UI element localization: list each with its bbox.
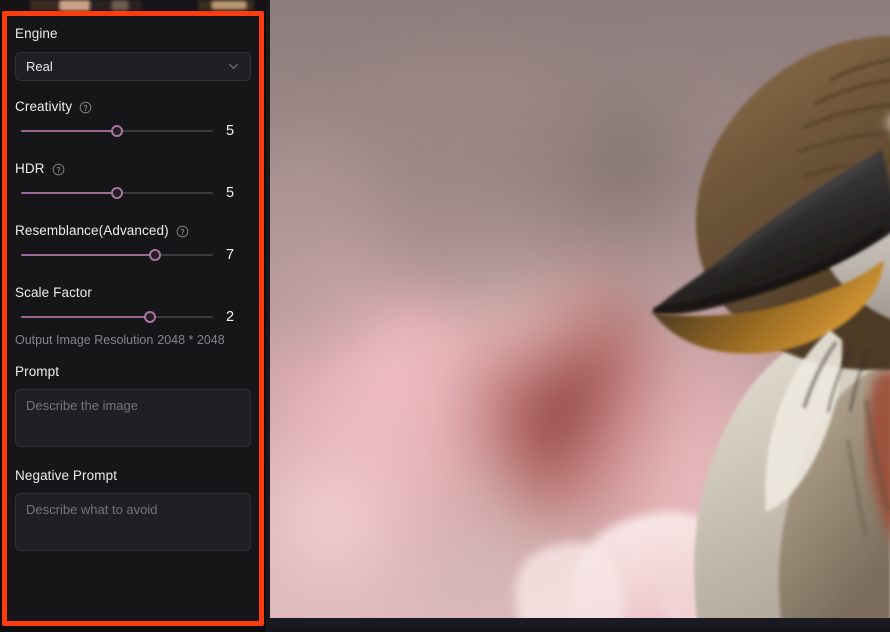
scale-factor-slider[interactable] xyxy=(21,308,213,326)
slider-thumb[interactable] xyxy=(143,311,156,323)
creativity-value: 5 xyxy=(225,123,235,139)
slider-track-fill xyxy=(21,130,117,132)
preview-image xyxy=(270,0,890,626)
output-resolution-value: 2048 * 2048 xyxy=(157,333,225,347)
creativity-label: Creativity xyxy=(15,99,251,115)
prompt-label-text: Prompt xyxy=(15,364,60,379)
engine-label: Engine xyxy=(15,26,251,42)
creativity-slider[interactable] xyxy=(21,122,213,140)
help-circle-icon[interactable] xyxy=(52,163,65,176)
chevron-down-icon xyxy=(227,60,240,73)
help-circle-icon[interactable] xyxy=(176,225,189,238)
slider-thumb[interactable] xyxy=(149,249,162,261)
scale-factor-slider-row[interactable]: 2 xyxy=(15,301,251,333)
resemblance-slider-row[interactable]: 7 xyxy=(15,239,251,271)
hdr-label: HDR xyxy=(15,161,251,177)
prompt-input[interactable] xyxy=(15,389,251,447)
slider-thumb[interactable] xyxy=(111,125,123,137)
output-resolution: Output Image Resolution 2048 * 2048 xyxy=(15,333,251,348)
negative-prompt-label-text: Negative Prompt xyxy=(15,468,118,483)
resemblance-label-text: Resemblance(Advanced) xyxy=(15,223,169,238)
hdr-value: 5 xyxy=(225,185,235,201)
engine-select[interactable]: Real xyxy=(15,52,251,81)
engine-selected-value: Real xyxy=(26,59,53,74)
slider-track-fill xyxy=(21,254,156,256)
help-circle-icon[interactable] xyxy=(79,101,92,114)
output-resolution-label: Output Image Resolution xyxy=(15,333,154,347)
hdr-slider[interactable] xyxy=(21,184,213,202)
creativity-label-text: Creativity xyxy=(15,99,73,114)
slider-track-fill xyxy=(21,316,150,318)
settings-panel-content: Engine Real Creativity 5 HDR 5 Resemblan… xyxy=(7,16,259,621)
resemblance-label: Resemblance(Advanced) xyxy=(15,223,251,239)
settings-panel: Engine Real Creativity 5 HDR 5 Resemblan… xyxy=(2,11,264,626)
scale-factor-label-text: Scale Factor xyxy=(15,285,92,300)
prompt-label: Prompt xyxy=(15,364,251,380)
slider-track-fill xyxy=(21,192,117,194)
hdr-label-text: HDR xyxy=(15,161,45,176)
scale-factor-value: 2 xyxy=(225,309,235,325)
slider-thumb[interactable] xyxy=(111,187,123,199)
negative-prompt-label: Negative Prompt xyxy=(15,468,251,484)
engine-label-text: Engine xyxy=(15,26,58,41)
hdr-slider-row[interactable]: 5 xyxy=(15,177,251,209)
resemblance-slider[interactable] xyxy=(21,246,213,264)
image-preview-pane xyxy=(266,0,890,632)
creativity-slider-row[interactable]: 5 xyxy=(15,115,251,147)
negative-prompt-input[interactable] xyxy=(15,493,251,551)
scale-factor-label: Scale Factor xyxy=(15,285,251,301)
resemblance-value: 7 xyxy=(225,247,235,263)
app-root: Engine Real Creativity 5 HDR 5 Resemblan… xyxy=(0,0,890,632)
